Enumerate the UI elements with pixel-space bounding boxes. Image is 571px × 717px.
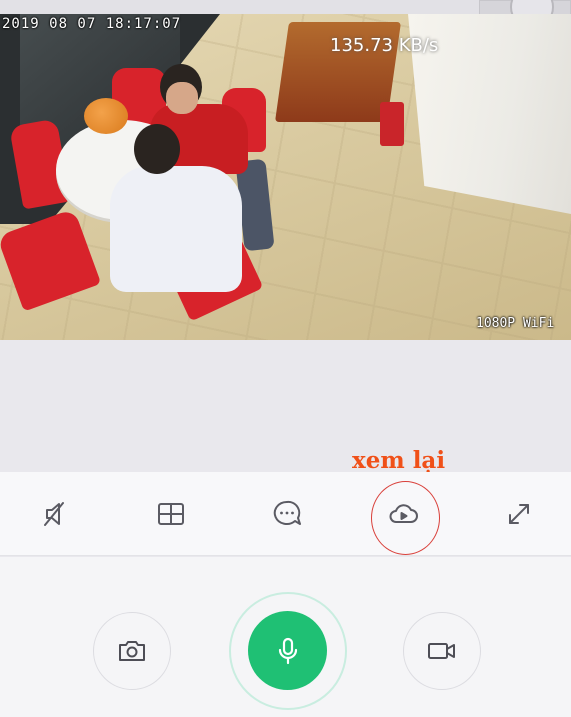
record-button[interactable]	[403, 612, 481, 690]
microphone-icon	[278, 637, 297, 664]
video-person-white-shirt	[104, 124, 244, 300]
video-timestamp: 2019 08 07 18:17:07	[2, 16, 182, 32]
bitrate-readout: 135.73 KB/s	[330, 35, 439, 56]
camera-video-feed[interactable]: 2019 08 07 18:17:07 135.73 KB/s 1080P Wi…	[0, 14, 571, 340]
camera-toolbar	[0, 472, 571, 556]
split-view-button[interactable]	[149, 492, 193, 536]
camera-icon	[119, 641, 145, 661]
mute-icon	[44, 502, 64, 526]
talk-button[interactable]	[248, 611, 327, 690]
chat-button[interactable]	[265, 492, 309, 536]
annotation-highlight-circle	[371, 481, 440, 555]
fullscreen-icon	[509, 504, 529, 524]
snapshot-button[interactable]	[93, 612, 171, 690]
video-camera-icon	[428, 643, 455, 659]
chat-bubble-icon	[273, 500, 301, 525]
resolution-label: 1080P WiFi	[476, 316, 555, 331]
video-red-box	[380, 102, 404, 146]
mute-button[interactable]	[33, 492, 77, 536]
bottom-controls	[0, 557, 571, 717]
fullscreen-button[interactable]	[497, 492, 541, 536]
split-view-icon	[158, 503, 184, 525]
annotation-label: xem lại	[352, 447, 446, 474]
